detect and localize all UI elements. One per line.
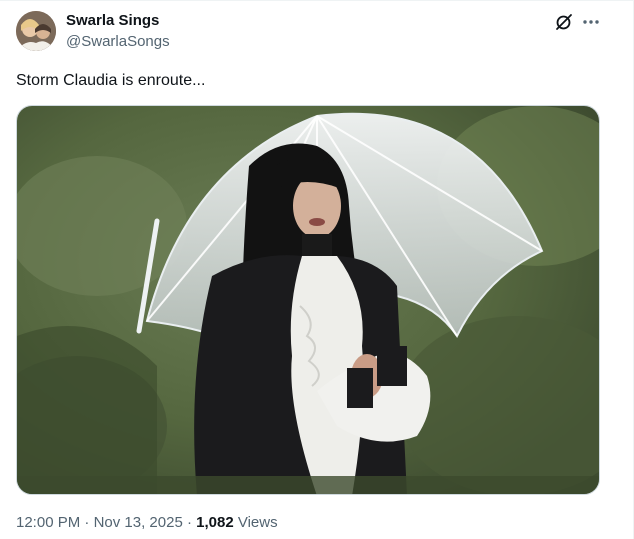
tweet-meta: 12:00 PM · Nov 13, 2025 · 1,082 Views: [16, 514, 278, 532]
views-count[interactable]: 1,082: [196, 514, 234, 531]
tweet-media-image[interactable]: [16, 105, 600, 495]
author-handle[interactable]: @SwarlaSongs: [66, 33, 170, 51]
tweet-text: Storm Claudia is enroute...: [16, 72, 206, 89]
avatar[interactable]: [16, 11, 56, 51]
more-options-icon[interactable]: [582, 13, 600, 31]
meta-separator: ·: [84, 514, 90, 531]
meta-separator: ·: [186, 514, 192, 531]
author-display-name[interactable]: Swarla Sings: [66, 12, 159, 30]
tweet-time[interactable]: 12:00 PM: [16, 514, 80, 531]
views-label: Views: [237, 514, 278, 531]
grok-icon[interactable]: [555, 13, 573, 31]
top-divider: [0, 0, 634, 1]
tweet-date[interactable]: Nov 13, 2025: [94, 514, 183, 531]
